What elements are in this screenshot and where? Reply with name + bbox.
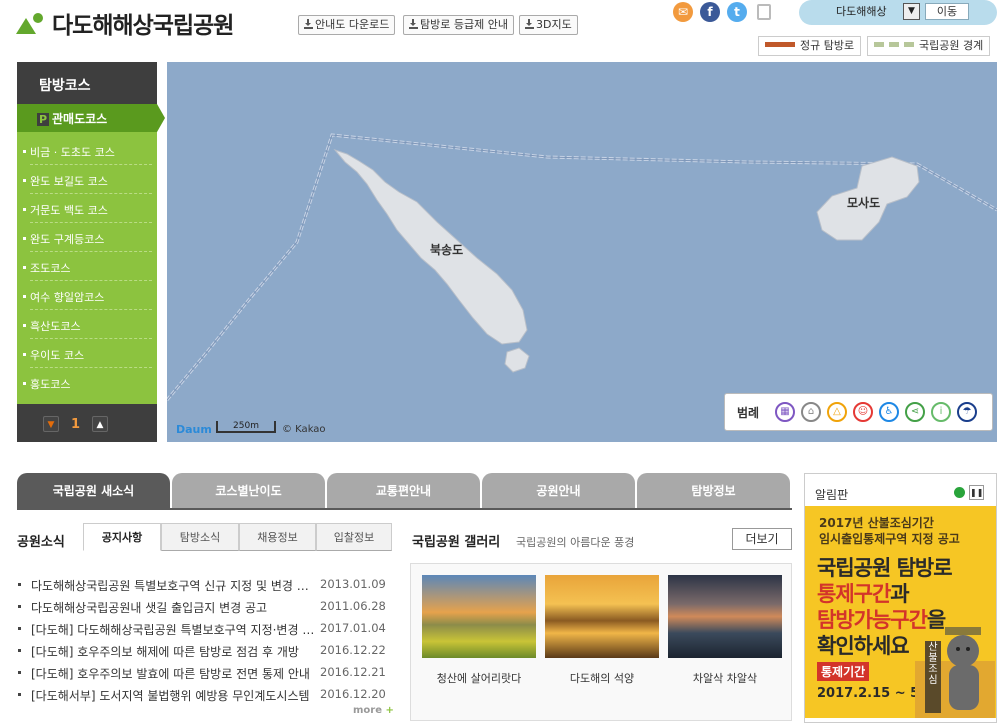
people-icon[interactable]: ☺ xyxy=(853,402,873,422)
trail-grade-button[interactable]: 탐방로 등급제 안내 xyxy=(403,15,514,35)
trail-legend: 정규 탐방로 xyxy=(758,36,861,56)
go-button[interactable]: 이동 xyxy=(925,3,969,20)
subtab-bids[interactable]: 입찰정보 xyxy=(316,523,392,551)
sidebar-item[interactable]: 조도코스 xyxy=(23,252,152,281)
tab-news[interactable]: 국립공원 새소식 xyxy=(17,473,170,509)
news-title: 공원소식 xyxy=(17,535,65,550)
download-icon xyxy=(409,19,418,29)
email-icon[interactable]: ✉ xyxy=(673,2,693,22)
daum-logo: Daum xyxy=(176,423,212,436)
tab-divider xyxy=(17,508,792,510)
plus-icon: + xyxy=(382,705,394,716)
site-title[interactable]: 다도해해상국립공원 xyxy=(52,6,234,40)
subtab-visit-news[interactable]: 탐방소식 xyxy=(161,523,239,551)
gallery-photo[interactable] xyxy=(545,575,659,658)
tab-visit-info[interactable]: 탐방정보 xyxy=(637,473,790,509)
boundary-legend: 국립공원 경계 xyxy=(867,36,990,56)
sidebar-item[interactable]: 완도 구계등코스 xyxy=(23,223,152,252)
boundary-line-icon xyxy=(874,42,914,47)
chevron-down-icon: ▼ xyxy=(903,3,920,20)
gallery-caption[interactable]: 다도해의 석양 xyxy=(545,670,659,686)
shelter-icon[interactable]: △ xyxy=(827,402,847,422)
tab-transport[interactable]: 교통편안내 xyxy=(327,473,480,509)
trail-line-icon xyxy=(765,42,795,47)
download-icon xyxy=(304,19,313,29)
3d-map-button[interactable]: 3D지도 xyxy=(519,15,578,35)
pause-icon[interactable]: ❚❚ xyxy=(969,485,984,500)
news-item[interactable]: [다도해] 다도해해상국립공원 특별보호구역 지정·변경 공고 2017.01.0… xyxy=(17,621,386,641)
facebook-icon[interactable]: f xyxy=(700,2,720,22)
news-item[interactable]: [다도해] 호우주의보 발효에 따른 탐방로 전면 통제 안내 2016.12.2… xyxy=(17,665,386,685)
sidebar-item[interactable]: 완도 보길도 코스 xyxy=(23,165,152,194)
tab-difficulty[interactable]: 코스별난이도 xyxy=(172,473,325,509)
gallery-subtitle: 국립공원의 아름다운 풍경 xyxy=(516,536,635,549)
play-indicator-icon[interactable] xyxy=(954,487,965,498)
subtab-jobs[interactable]: 채용정보 xyxy=(239,523,316,551)
gallery-photo[interactable] xyxy=(422,575,536,658)
building-icon[interactable]: ▦ xyxy=(775,402,795,422)
chevron-down-icon[interactable]: ▼ xyxy=(43,416,59,432)
notice-board-title: 알림판 xyxy=(815,488,849,502)
map-label: 북송도 xyxy=(430,243,464,257)
map-label: 모사도 xyxy=(847,196,881,210)
map-canvas xyxy=(167,133,997,401)
print-icon[interactable] xyxy=(757,4,771,20)
gallery-caption[interactable]: 차알삭 차알삭 xyxy=(668,670,782,686)
notice-banner[interactable]: 2017년 산불조심기간 임시출입통제구역 지정 공고 국립공원 탐방로 통제구… xyxy=(805,506,996,718)
gallery-more-button[interactable]: 더보기 xyxy=(732,528,792,550)
map-download-button[interactable]: 안내도 다운로드 xyxy=(298,15,396,35)
news-more-link[interactable]: more + xyxy=(353,705,394,716)
toilet-icon[interactable]: ♿ xyxy=(879,402,899,422)
parking-icon: P xyxy=(37,113,49,126)
park-logo-icon xyxy=(16,13,43,34)
twitter-icon[interactable]: t xyxy=(727,2,747,22)
news-item[interactable]: 다도해해상국립공원내 샛길 출입금지 변경 공고 2011.06.28 xyxy=(17,599,386,619)
map-copyright: © Kakao xyxy=(282,424,326,435)
course-map[interactable] xyxy=(167,62,997,442)
share-icon[interactable]: ⋖ xyxy=(905,402,925,422)
map-legend-title: 범례 xyxy=(737,406,760,420)
map-scale: 250m xyxy=(216,421,276,433)
sidebar-item[interactable]: 우이도 코스 xyxy=(23,339,152,368)
sidebar-item[interactable]: 여수 향일암코스 xyxy=(23,281,152,310)
house-icon[interactable]: ⌂ xyxy=(801,402,821,422)
tab-park-info[interactable]: 공원안내 xyxy=(482,473,635,509)
sidebar-item-active[interactable]: P 관매도코스 xyxy=(17,104,165,132)
sidebar-item[interactable]: 흑산도코스 xyxy=(23,310,152,339)
news-item[interactable]: [다도해] 호우주의보 해제에 따른 탐방로 점검 후 개방 2016.12.22 xyxy=(17,643,386,663)
sidebar-pager xyxy=(17,404,157,442)
gallery-title: 국립공원 갤러리 xyxy=(412,535,501,550)
subtab-notice[interactable]: 공지사항 xyxy=(83,523,161,551)
gallery-photo[interactable] xyxy=(668,575,782,658)
umbrella-icon[interactable]: ☂ xyxy=(957,402,977,422)
info-icon[interactable]: i xyxy=(931,402,951,422)
gallery-caption[interactable]: 청산에 살어리랏다 xyxy=(422,670,536,686)
news-item[interactable]: [다도해서부] 도서지역 불법행위 예방용 무인계도시스템 2016.12.20 xyxy=(17,687,386,707)
page-number: 1 xyxy=(71,417,81,432)
news-item[interactable]: 다도해해상국립공원 특별보호구역 신규 지정 및 변경 공고 2013.01.09 xyxy=(17,577,386,597)
download-icon xyxy=(525,19,534,29)
sidebar-title: 탐방코스 xyxy=(17,62,157,104)
chevron-up-icon[interactable]: ▲ xyxy=(92,416,108,432)
park-select[interactable]: 다도해해상 ▼ xyxy=(836,3,920,20)
sidebar-item[interactable]: 비금 · 도초도 코스 xyxy=(23,136,152,165)
sidebar-item[interactable]: 거문도 백도 코스 xyxy=(23,194,152,223)
sidebar-item[interactable]: 홍도코스 xyxy=(23,368,152,397)
